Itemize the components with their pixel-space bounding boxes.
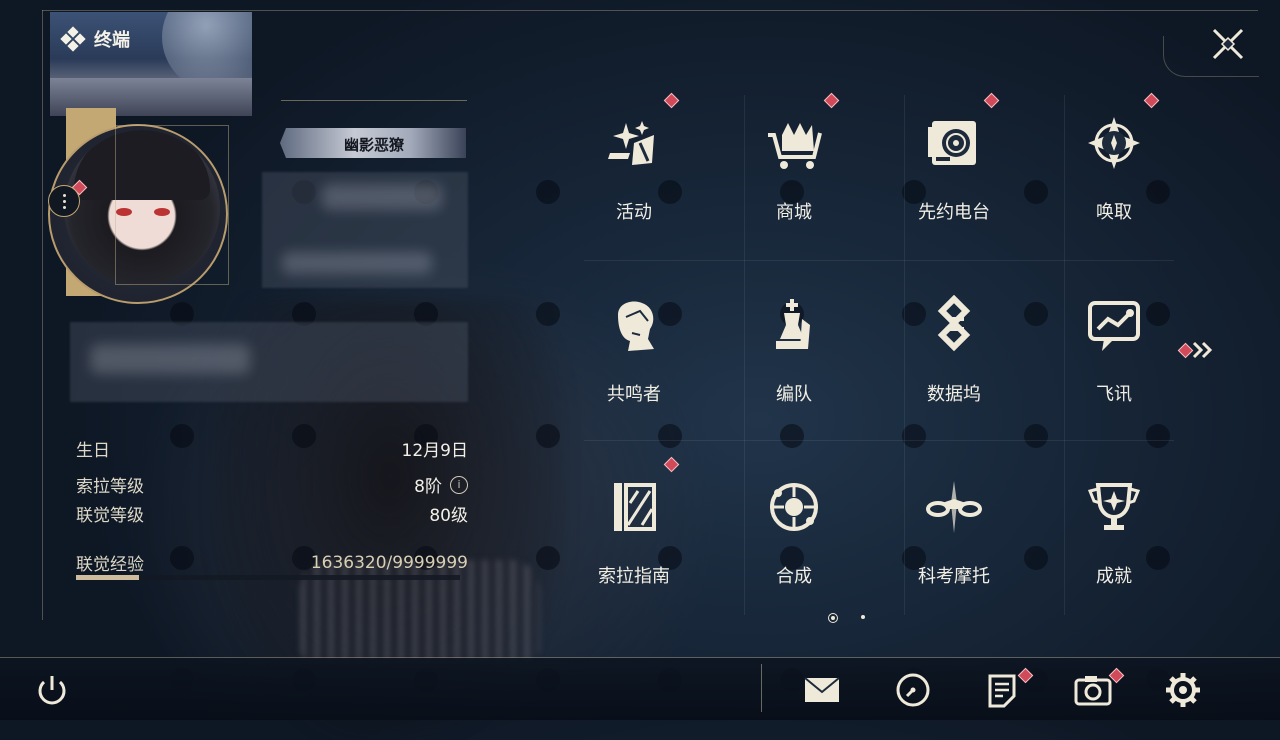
stat-label: 索拉等级 — [76, 477, 144, 497]
power-button[interactable] — [32, 670, 72, 710]
stat-value: 1636320/9999999 — [310, 552, 468, 573]
menu-item-sol-guide[interactable]: 索拉指南 — [574, 456, 694, 599]
frame-top-line — [42, 10, 1258, 11]
character-icon — [604, 295, 664, 355]
mail-button[interactable] — [802, 670, 842, 710]
panel-title-text: 终端 — [94, 30, 130, 51]
terminal-icon — [60, 26, 86, 52]
menu-item-convene[interactable]: 唤取 — [1054, 92, 1174, 235]
notification-badge — [983, 92, 1000, 109]
close-icon — [1208, 24, 1248, 64]
background-dot — [780, 424, 804, 448]
background-dot — [1024, 180, 1048, 204]
menu-item-label: 飞讯 — [1096, 384, 1132, 405]
grid-divider — [584, 440, 1174, 441]
clock-icon — [893, 670, 933, 710]
menu-item-label: 索拉指南 — [598, 566, 670, 587]
notification-badge — [663, 92, 680, 109]
menu-item-team[interactable]: 编队 — [734, 277, 854, 417]
power-icon — [32, 670, 72, 710]
camera-icon — [1073, 670, 1113, 710]
menu-item-synthesis[interactable]: 合成 — [734, 459, 854, 599]
stat-value: 80级 — [429, 506, 468, 526]
menu-item-label: 合成 — [776, 566, 812, 587]
notification-badge — [1143, 92, 1160, 109]
stat-value: 12月9日 — [401, 441, 468, 461]
background-dot — [658, 424, 682, 448]
menu-item-shop[interactable]: 商城 — [734, 92, 854, 235]
background-dot — [1024, 302, 1048, 326]
chess-piece-icon — [764, 295, 824, 355]
menu-item-resonators[interactable]: 共鸣者 — [574, 277, 694, 417]
menu-item-label: 科考摩托 — [918, 566, 990, 587]
stat-label: 联觉经验 — [76, 555, 144, 575]
radio-icon — [924, 113, 984, 173]
stat-sol-rank: 索拉等级 8阶 i — [76, 472, 468, 497]
notification-badge — [663, 456, 680, 473]
info-icon[interactable]: i — [450, 475, 468, 494]
background-dot — [1024, 546, 1048, 570]
chat-message-icon — [1084, 295, 1144, 355]
close-button[interactable] — [1208, 24, 1248, 64]
shopping-cart-icon — [764, 113, 824, 173]
page-indicator-active[interactable] — [828, 613, 838, 623]
stat-value: 8阶 — [414, 477, 442, 497]
notification-badge — [823, 92, 840, 109]
avatar-frame-box — [115, 125, 229, 285]
double-chevron-right-icon — [1191, 340, 1215, 360]
union-exp-progress-bar — [76, 575, 460, 580]
player-signature-redacted — [70, 322, 468, 402]
menu-item-data-dock[interactable]: 数据坞 — [894, 277, 1014, 417]
guide-book-icon — [604, 477, 664, 537]
toolbar-separator — [761, 664, 762, 712]
menu-item-label: 数据坞 — [927, 384, 981, 405]
stat-union-level: 联觉等级 80级 — [76, 501, 468, 526]
motorcycle-icon — [924, 477, 984, 537]
settings-gear-icon — [1163, 670, 1203, 710]
stat-birthday: 生日 12月9日 — [76, 436, 468, 461]
trophy-icon — [1084, 477, 1144, 537]
stat-union-exp: 联觉经验 1636320/9999999 — [76, 550, 468, 576]
player-name-redacted — [262, 172, 468, 288]
notice-icon — [982, 670, 1022, 710]
menu-item-activity[interactable]: 活动 — [574, 92, 694, 235]
menu-item-label: 商城 — [776, 202, 812, 223]
union-exp-progress-fill — [76, 575, 139, 580]
frame-bottom-line — [0, 657, 1280, 658]
menu-item-label: 共鸣者 — [607, 384, 661, 405]
stat-label: 生日 — [76, 441, 110, 461]
notice-button[interactable] — [982, 667, 1034, 710]
menu-item-label: 编队 — [776, 384, 812, 405]
stat-value-wrap: 8阶 i — [414, 472, 468, 497]
stat-label: 联觉等级 — [76, 506, 144, 526]
frame-left-line — [42, 10, 43, 620]
event-clock-button[interactable] — [893, 670, 933, 710]
menu-item-label: 活动 — [616, 202, 652, 223]
grid-divider — [584, 260, 1174, 261]
background-dot — [1146, 424, 1170, 448]
synthesis-icon — [764, 477, 824, 537]
next-page-button[interactable] — [1177, 338, 1220, 362]
menu-item-label: 先约电台 — [918, 202, 990, 223]
background-dot — [902, 424, 926, 448]
data-dock-icon — [924, 295, 984, 355]
name-divider — [281, 100, 467, 101]
profile-more-button[interactable] — [48, 185, 80, 217]
menu-item-motorcycle[interactable]: 科考摩托 — [894, 459, 1014, 599]
sparkle-icon — [604, 113, 664, 173]
menu-item-messages[interactable]: 飞讯 — [1054, 277, 1174, 417]
compass-star-icon — [1084, 113, 1144, 173]
settings-button[interactable] — [1163, 670, 1203, 710]
camera-button[interactable] — [1073, 667, 1125, 710]
background-dot — [1024, 424, 1048, 448]
panel-title: 终端 — [60, 26, 130, 52]
menu-item-label: 唤取 — [1096, 202, 1132, 223]
menu-item-achievements[interactable]: 成就 — [1054, 459, 1174, 599]
mail-icon — [802, 670, 842, 710]
menu-item-radio[interactable]: 先约电台 — [894, 92, 1014, 235]
page-indicator[interactable] — [861, 615, 865, 619]
background-dot — [536, 180, 560, 204]
menu-item-label: 成就 — [1096, 566, 1132, 587]
title-plate-text: 幽影恶獠 — [344, 136, 405, 154]
